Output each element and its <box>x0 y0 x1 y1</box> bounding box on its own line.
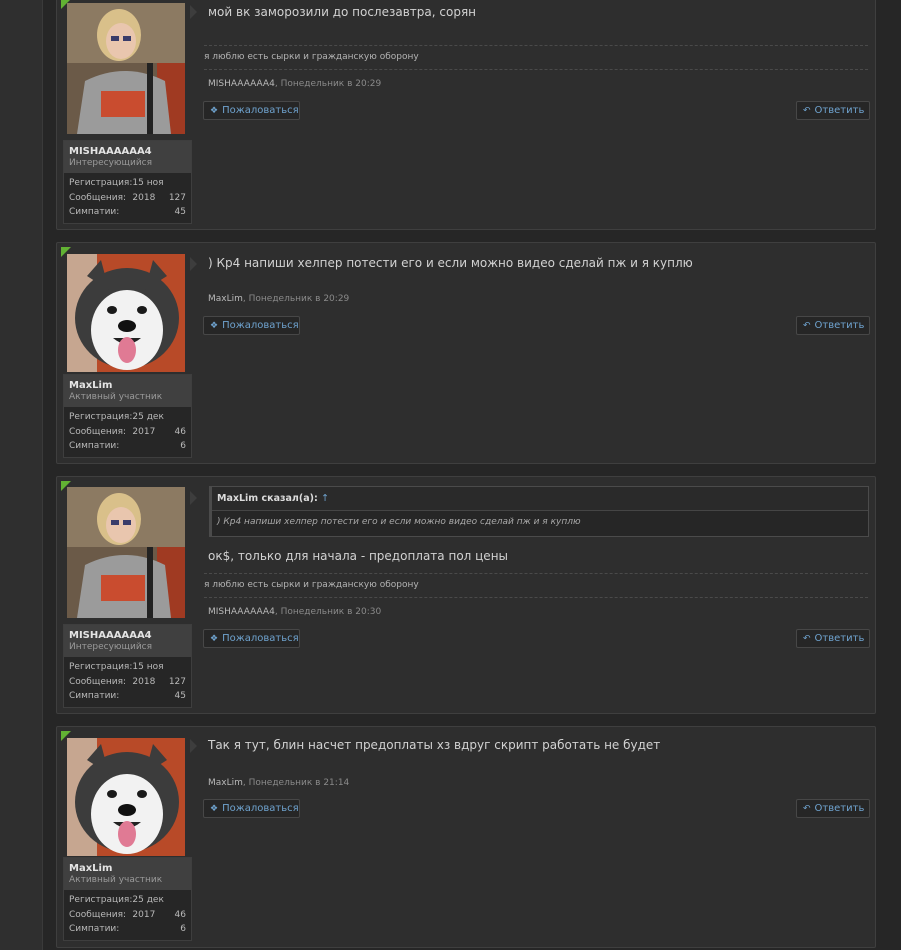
stat-messages: Сообщения: 46 <box>69 426 186 437</box>
stat-likes: Симпатии: 6 <box>69 924 186 934</box>
quote-text: ) Кр4 напиши хелпер потести его и если м… <box>217 517 581 527</box>
reply-arrow-icon: ↶ <box>803 320 811 331</box>
info-circle-icon: ❖ <box>210 105 219 116</box>
post: MISHAAAAAA4 Интересующийся Регистрация: 1… <box>56 0 876 230</box>
message-text: ок$, только для начала - предоплата пол … <box>208 549 509 563</box>
stat-messages: Сообщения: 127 <box>69 192 186 203</box>
stat-likes: Симпатии: 45 <box>69 207 186 217</box>
reply-button[interactable]: ↶ Ответить <box>796 629 870 648</box>
user-title: Активный участник <box>69 875 163 885</box>
username[interactable]: MISHAAAAAA4 <box>69 146 186 158</box>
post-time[interactable]: Понедельник в 20:29 <box>281 79 382 89</box>
info-circle-icon: ❖ <box>210 803 219 814</box>
post: MaxLim Активный участник Регистрация: 25 … <box>56 242 876 464</box>
quote-author: MaxLim сказал(а): <box>217 493 318 504</box>
report-button[interactable]: ❖ Пожаловаться <box>203 316 300 335</box>
user-info: MISHAAAAAA4 Интересующийся Регистрация: 1… <box>63 624 192 708</box>
report-button[interactable]: ❖ Пожаловаться <box>203 629 300 648</box>
avatar[interactable] <box>67 738 185 856</box>
reply-arrow-icon: ↶ <box>803 803 811 814</box>
avatar[interactable] <box>67 254 185 372</box>
stat-registration: Регистрация: 15 ноя 2018 <box>69 178 164 203</box>
signature: я люблю есть сырки и гражданскую оборону <box>204 580 419 590</box>
post-meta: MISHAAAAAA4, Понедельник в 20:30 <box>208 607 382 617</box>
meta-author[interactable]: MISHAAAAAA4 <box>208 607 275 617</box>
meta-author[interactable]: MaxLim <box>208 294 243 304</box>
username[interactable]: MaxLim <box>69 380 186 392</box>
reply-arrow-icon: ↶ <box>803 105 811 116</box>
quote-jump-link[interactable]: ↑ <box>321 493 329 504</box>
avatar[interactable] <box>67 3 185 134</box>
left-gutter <box>0 0 43 950</box>
info-circle-icon: ❖ <box>210 633 219 644</box>
signature-divider <box>204 45 868 46</box>
avatar[interactable] <box>67 487 185 618</box>
post-time[interactable]: Понедельник в 20:29 <box>249 294 350 304</box>
stat-registration: Регистрация: 25 дек 2017 <box>69 895 164 920</box>
post-time[interactable]: Понедельник в 21:14 <box>249 778 350 788</box>
message-text: Так я тут, блин насчет предоплаты хз вдр… <box>208 738 661 752</box>
stat-likes: Симпатии: 45 <box>69 691 186 701</box>
info-circle-icon: ❖ <box>210 320 219 331</box>
reply-arrow-icon: ↶ <box>803 633 811 644</box>
user-info: MaxLim Активный участник Регистрация: 25 … <box>63 374 192 458</box>
message-text: мой вк заморозили до послезавтра, сорян <box>208 5 477 19</box>
message-text: ) Кр4 напиши хелпер потести его и если м… <box>208 256 693 270</box>
post: MaxLim Активный участник Регистрация: 25 … <box>56 726 876 948</box>
meta-author[interactable]: MISHAAAAAA4 <box>208 79 275 89</box>
stat-registration: Регистрация: 15 ноя 2018 <box>69 662 164 687</box>
bubble-arrow <box>190 257 197 271</box>
meta-divider <box>204 597 868 598</box>
user-info: MaxLim Активный участник Регистрация: 25 … <box>63 857 192 941</box>
reply-button[interactable]: ↶ Ответить <box>796 101 870 120</box>
user-title: Интересующийся <box>69 642 153 652</box>
user-info: MISHAAAAAA4 Интересующийся Регистрация: 1… <box>63 140 192 224</box>
bubble-arrow <box>190 739 197 753</box>
meta-divider <box>204 69 868 70</box>
username[interactable]: MISHAAAAAA4 <box>69 630 186 642</box>
post-meta: MISHAAAAAA4, Понедельник в 20:29 <box>208 79 382 89</box>
stat-registration: Регистрация: 25 дек 2017 <box>69 412 164 437</box>
post-meta: MaxLim, Понедельник в 21:14 <box>208 778 350 788</box>
report-button[interactable]: ❖ Пожаловаться <box>203 101 300 120</box>
signature: я люблю есть сырки и гражданскую оборону <box>204 52 419 62</box>
bubble-arrow <box>190 491 197 505</box>
bubble-arrow <box>190 5 197 19</box>
post: MISHAAAAAA4 Интересующийся Регистрация: 1… <box>56 476 876 714</box>
reply-button[interactable]: ↶ Ответить <box>796 799 870 818</box>
report-button[interactable]: ❖ Пожаловаться <box>203 799 300 818</box>
stat-messages: Сообщения: 127 <box>69 676 186 687</box>
reply-button[interactable]: ↶ Ответить <box>796 316 870 335</box>
post-meta: MaxLim, Понедельник в 20:29 <box>208 294 350 304</box>
username[interactable]: MaxLim <box>69 863 186 875</box>
user-title: Активный участник <box>69 392 163 402</box>
post-time[interactable]: Понедельник в 20:30 <box>281 607 382 617</box>
signature-divider <box>204 573 868 574</box>
quote-block: MaxLim сказал(а): ↑ ) Кр4 напиши хелпер … <box>209 486 869 537</box>
stat-likes: Симпатии: 6 <box>69 441 186 451</box>
user-title: Интересующийся <box>69 158 153 168</box>
stat-messages: Сообщения: 46 <box>69 909 186 920</box>
quote-header: MaxLim сказал(а): ↑ <box>212 487 868 511</box>
meta-author[interactable]: MaxLim <box>208 778 243 788</box>
